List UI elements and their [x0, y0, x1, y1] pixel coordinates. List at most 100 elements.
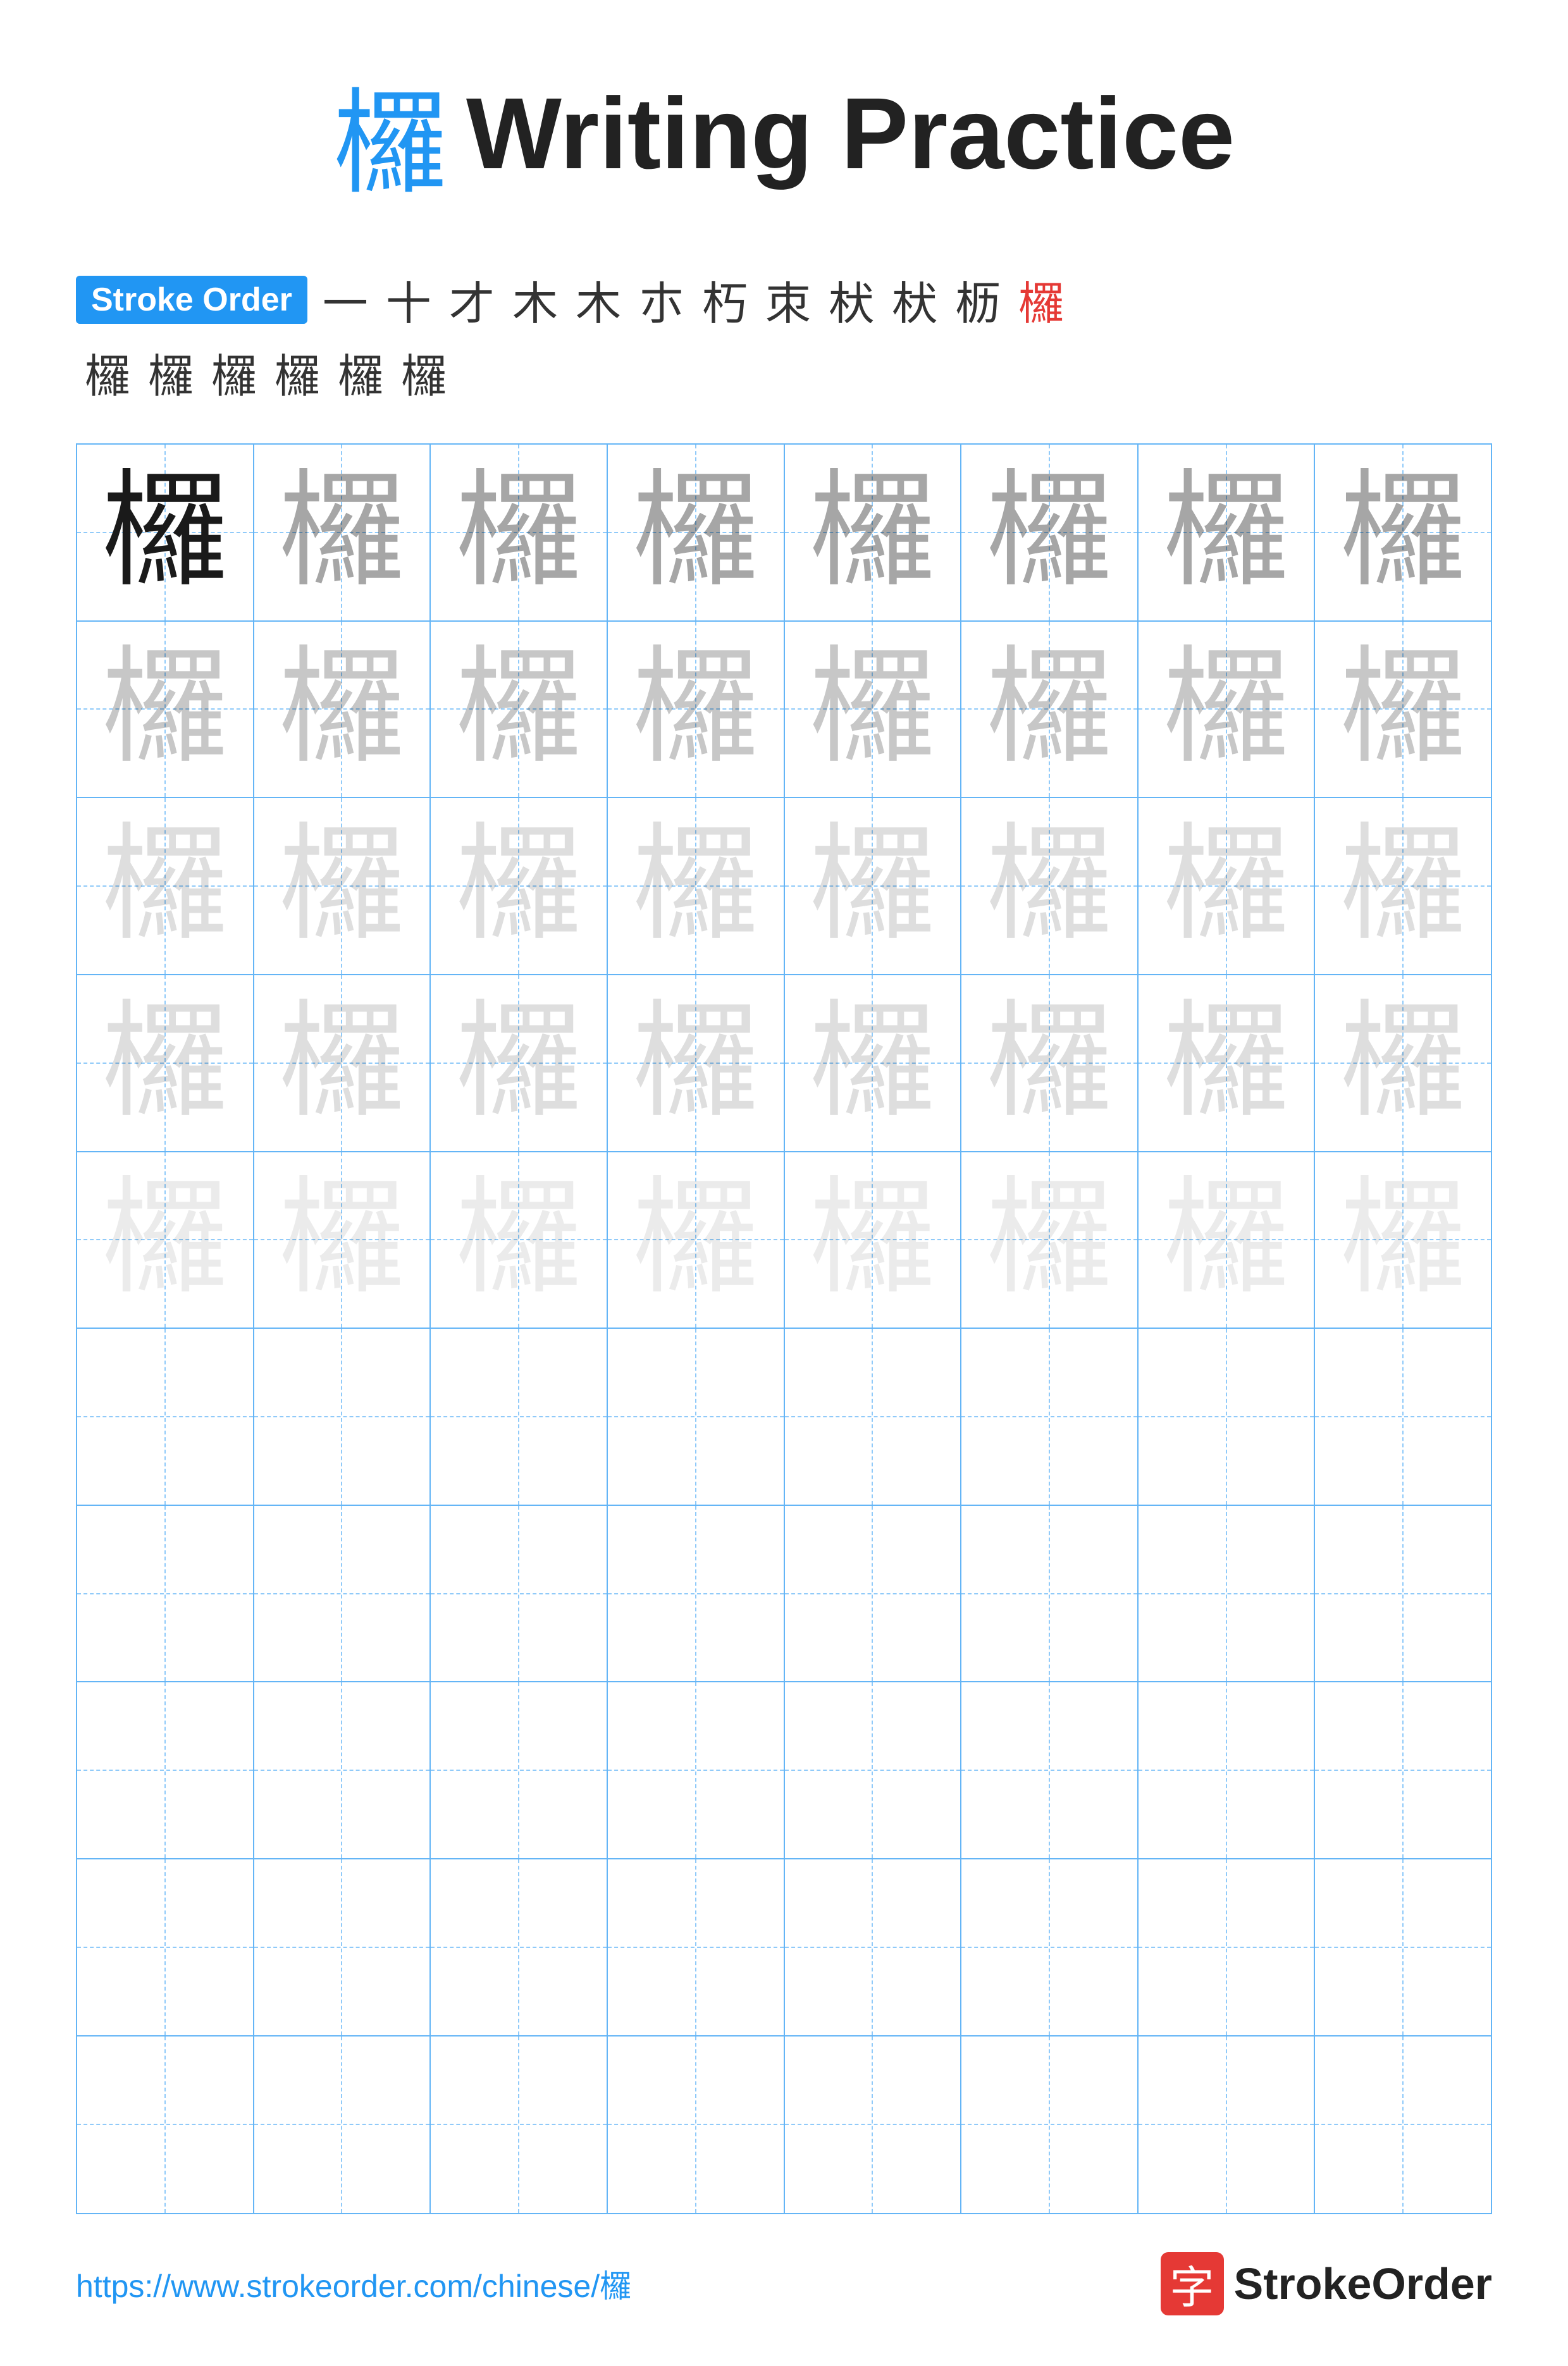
grid-cell-2-5[interactable]: 欏 — [785, 622, 962, 799]
grid-cell-7-1[interactable] — [77, 1506, 254, 1683]
grid-cell-4-1[interactable]: 欏 — [77, 975, 254, 1152]
grid-cell-6-7[interactable] — [1139, 1329, 1316, 1506]
stroke-s3: 才 — [440, 266, 503, 333]
grid-cell-5-1[interactable]: 欏 — [77, 1152, 254, 1329]
stroke-s6: 朩 — [630, 266, 693, 333]
grid-cell-4-4[interactable]: 欏 — [608, 975, 785, 1152]
grid-cell-8-3[interactable] — [431, 1682, 608, 1859]
grid-cell-6-4[interactable] — [608, 1329, 785, 1506]
grid-cell-3-1[interactable]: 欏 — [77, 798, 254, 975]
grid-cell-9-8[interactable] — [1315, 1859, 1491, 2036]
grid-cell-6-3[interactable] — [431, 1329, 608, 1506]
grid-cell-1-6[interactable]: 欏 — [961, 445, 1139, 622]
grid-cell-8-1[interactable] — [77, 1682, 254, 1859]
grid-cell-2-4[interactable]: 欏 — [608, 622, 785, 799]
grid-cell-8-4[interactable] — [608, 1682, 785, 1859]
grid-cell-10-2[interactable] — [254, 2036, 431, 2214]
grid-cell-10-8[interactable] — [1315, 2036, 1491, 2214]
grid-cell-1-7[interactable]: 欏 — [1139, 445, 1316, 622]
grid-cell-7-7[interactable] — [1139, 1506, 1316, 1683]
grid-cell-3-8[interactable]: 欏 — [1315, 798, 1491, 975]
grid-cell-8-6[interactable] — [961, 1682, 1139, 1859]
grid-cell-2-6[interactable]: 欏 — [961, 622, 1139, 799]
grid-cell-4-6[interactable]: 欏 — [961, 975, 1139, 1152]
char-1-6: 欏 — [986, 469, 1113, 596]
grid-cell-6-6[interactable] — [961, 1329, 1139, 1506]
grid-cell-5-8[interactable]: 欏 — [1315, 1152, 1491, 1329]
char-4-6: 欏 — [986, 1000, 1113, 1126]
grid-cell-3-5[interactable]: 欏 — [785, 798, 962, 975]
grid-cell-7-4[interactable] — [608, 1506, 785, 1683]
grid-cell-5-6[interactable]: 欏 — [961, 1152, 1139, 1329]
practice-grid: 欏 欏 欏 欏 欏 欏 欏 欏 欏 欏 欏 欏 欏 欏 欏 欏 欏 欏 欏 欏 … — [76, 443, 1492, 2214]
char-5-5: 欏 — [809, 1176, 935, 1303]
grid-cell-2-7[interactable]: 欏 — [1139, 622, 1316, 799]
stroke-s12: 欏 — [1009, 266, 1073, 333]
grid-cell-10-1[interactable] — [77, 2036, 254, 2214]
grid-cell-10-6[interactable] — [961, 2036, 1139, 2214]
grid-cell-4-7[interactable]: 欏 — [1139, 975, 1316, 1152]
grid-cell-10-5[interactable] — [785, 2036, 962, 2214]
grid-cell-7-3[interactable] — [431, 1506, 608, 1683]
grid-cell-8-2[interactable] — [254, 1682, 431, 1859]
stroke-s4: 木 — [503, 266, 567, 333]
grid-cell-9-1[interactable] — [77, 1859, 254, 2036]
grid-cell-3-2[interactable]: 欏 — [254, 798, 431, 975]
grid-row-7 — [77, 1506, 1491, 1683]
grid-cell-9-5[interactable] — [785, 1859, 962, 2036]
grid-cell-4-5[interactable]: 欏 — [785, 975, 962, 1152]
char-5-6: 欏 — [986, 1176, 1113, 1303]
grid-cell-5-5[interactable]: 欏 — [785, 1152, 962, 1329]
strokeorder-logo-icon: 字 — [1161, 2252, 1224, 2315]
grid-cell-5-7[interactable]: 欏 — [1139, 1152, 1316, 1329]
grid-cell-9-6[interactable] — [961, 1859, 1139, 2036]
grid-cell-8-8[interactable] — [1315, 1682, 1491, 1859]
grid-cell-3-4[interactable]: 欏 — [608, 798, 785, 975]
grid-cell-4-2[interactable]: 欏 — [254, 975, 431, 1152]
grid-cell-3-7[interactable]: 欏 — [1139, 798, 1316, 975]
grid-cell-2-8[interactable]: 欏 — [1315, 622, 1491, 799]
grid-cell-9-3[interactable] — [431, 1859, 608, 2036]
grid-cell-1-4[interactable]: 欏 — [608, 445, 785, 622]
grid-cell-7-8[interactable] — [1315, 1506, 1491, 1683]
grid-cell-8-5[interactable] — [785, 1682, 962, 1859]
grid-cell-4-3[interactable]: 欏 — [431, 975, 608, 1152]
grid-cell-5-2[interactable]: 欏 — [254, 1152, 431, 1329]
grid-cell-9-7[interactable] — [1139, 1859, 1316, 2036]
grid-cell-2-3[interactable]: 欏 — [431, 622, 608, 799]
grid-cell-1-3[interactable]: 欏 — [431, 445, 608, 622]
grid-cell-9-4[interactable] — [608, 1859, 785, 2036]
footer-logo-text: StrokeOrder — [1234, 2258, 1492, 2309]
grid-cell-1-1[interactable]: 欏 — [77, 445, 254, 622]
grid-cell-8-7[interactable] — [1139, 1682, 1316, 1859]
grid-cell-10-3[interactable] — [431, 2036, 608, 2214]
grid-cell-3-3[interactable]: 欏 — [431, 798, 608, 975]
grid-cell-1-5[interactable]: 欏 — [785, 445, 962, 622]
grid-cell-2-2[interactable]: 欏 — [254, 622, 431, 799]
char-3-6: 欏 — [986, 823, 1113, 949]
char-2-2: 欏 — [278, 646, 405, 772]
grid-cell-9-2[interactable] — [254, 1859, 431, 2036]
char-1-1: 欏 — [102, 469, 228, 596]
grid-cell-2-1[interactable]: 欏 — [77, 622, 254, 799]
footer-url[interactable]: https://www.strokeorder.com/chinese/欏 — [76, 2261, 631, 2307]
grid-cell-7-6[interactable] — [961, 1506, 1139, 1683]
grid-cell-1-2[interactable]: 欏 — [254, 445, 431, 622]
stroke-s11: 枥 — [946, 266, 1009, 333]
grid-cell-6-8[interactable] — [1315, 1329, 1491, 1506]
grid-cell-5-3[interactable]: 欏 — [431, 1152, 608, 1329]
grid-cell-7-2[interactable] — [254, 1506, 431, 1683]
grid-cell-10-7[interactable] — [1139, 2036, 1316, 2214]
grid-cell-7-5[interactable] — [785, 1506, 962, 1683]
char-1-4: 欏 — [633, 469, 759, 596]
stroke-s9: 枤 — [820, 266, 883, 333]
grid-cell-6-5[interactable] — [785, 1329, 962, 1506]
grid-cell-6-1[interactable] — [77, 1329, 254, 1506]
grid-cell-3-6[interactable]: 欏 — [961, 798, 1139, 975]
grid-cell-4-8[interactable]: 欏 — [1315, 975, 1491, 1152]
grid-cell-10-4[interactable] — [608, 2036, 785, 2214]
grid-cell-5-4[interactable]: 欏 — [608, 1152, 785, 1329]
grid-cell-1-8[interactable]: 欏 — [1315, 445, 1491, 622]
char-4-8: 欏 — [1340, 1000, 1466, 1126]
grid-cell-6-2[interactable] — [254, 1329, 431, 1506]
